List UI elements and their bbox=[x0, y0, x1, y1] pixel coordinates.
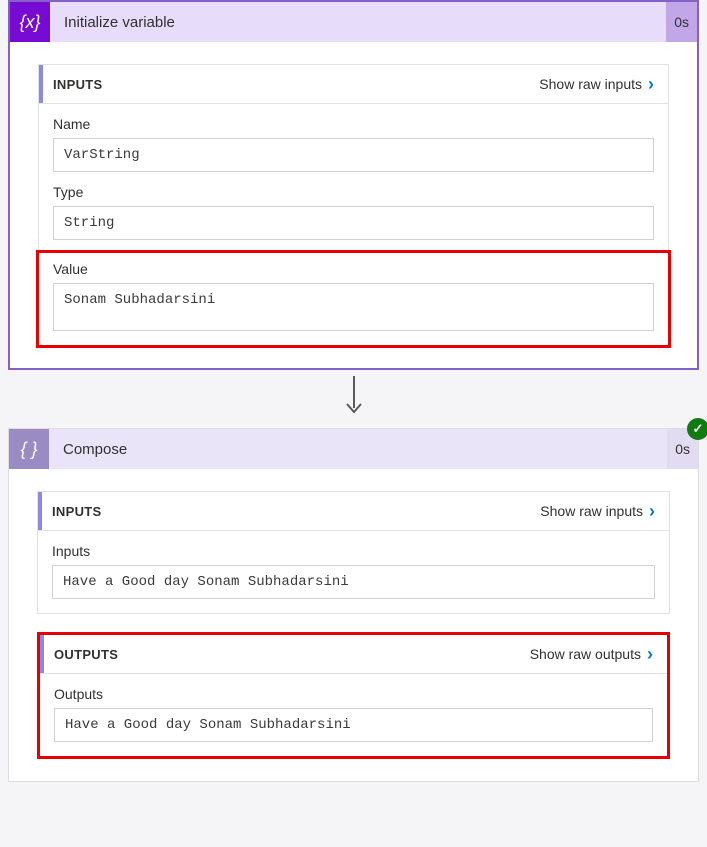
init-value-highlight: Value Sonam Subhadarsini bbox=[36, 250, 671, 348]
compose-inputs-field-value[interactable]: Have a Good day Sonam Subhadarsini bbox=[52, 565, 655, 599]
initialize-variable-title: Initialize variable bbox=[50, 14, 666, 31]
init-value-value[interactable]: Sonam Subhadarsini bbox=[53, 283, 654, 331]
init-inputs-label: INPUTS bbox=[39, 77, 539, 92]
init-name-field: Name VarString bbox=[39, 104, 668, 172]
init-inputs-section: INPUTS Show raw inputs › Name VarString … bbox=[38, 64, 669, 346]
initialize-variable-body: INPUTS Show raw inputs › Name VarString … bbox=[10, 42, 697, 368]
chevron-right-icon: › bbox=[647, 645, 653, 663]
variable-icon: {x} bbox=[10, 2, 50, 42]
compose-outputs-field-value[interactable]: Have a Good day Sonam Subhadarsini bbox=[54, 708, 653, 742]
init-show-raw-inputs-text: Show raw inputs bbox=[539, 76, 642, 92]
compose-show-raw-outputs[interactable]: Show raw outputs › bbox=[530, 645, 653, 663]
compose-outputs-field-label: Outputs bbox=[54, 686, 653, 702]
initialize-variable-card: {x} Initialize variable 0s INPUTS Show r… bbox=[8, 0, 699, 370]
init-show-raw-inputs[interactable]: Show raw inputs › bbox=[539, 75, 654, 93]
compose-inputs-header: INPUTS Show raw inputs › bbox=[38, 492, 669, 531]
init-name-label: Name bbox=[53, 116, 654, 132]
compose-outputs-label: OUTPUTS bbox=[40, 647, 530, 662]
compose-show-raw-outputs-text: Show raw outputs bbox=[530, 646, 641, 662]
compose-outputs-highlight: OUTPUTS Show raw outputs › Outputs Have … bbox=[37, 632, 670, 759]
compose-show-raw-inputs[interactable]: Show raw inputs › bbox=[540, 502, 655, 520]
init-inputs-header: INPUTS Show raw inputs › bbox=[39, 65, 668, 104]
chevron-right-icon: › bbox=[649, 502, 655, 520]
compose-outputs-field: Outputs Have a Good day Sonam Subhadarsi… bbox=[40, 674, 667, 756]
initialize-variable-titlebar[interactable]: {x} Initialize variable 0s bbox=[10, 2, 697, 42]
init-type-field: Type String bbox=[39, 172, 668, 240]
compose-inputs-field: Inputs Have a Good day Sonam Subhadarsin… bbox=[38, 531, 669, 613]
success-check-icon: ✓ bbox=[687, 418, 707, 440]
init-type-value[interactable]: String bbox=[53, 206, 654, 240]
init-value-field: Value Sonam Subhadarsini bbox=[49, 261, 658, 331]
arrow-down-icon bbox=[343, 376, 365, 418]
init-value-label: Value bbox=[53, 261, 654, 277]
compose-inputs-label: INPUTS bbox=[38, 504, 540, 519]
initialize-variable-duration: 0s bbox=[666, 2, 697, 42]
compose-show-raw-inputs-text: Show raw inputs bbox=[540, 503, 643, 519]
init-type-label: Type bbox=[53, 184, 654, 200]
flow-arrow bbox=[0, 370, 707, 428]
compose-card: ✓ { } Compose 0s INPUTS Show raw inputs … bbox=[8, 428, 699, 782]
compose-body: INPUTS Show raw inputs › Inputs Have a G… bbox=[9, 469, 698, 781]
compose-outputs-header: OUTPUTS Show raw outputs › bbox=[40, 635, 667, 674]
compose-inputs-section: INPUTS Show raw inputs › Inputs Have a G… bbox=[37, 491, 670, 614]
chevron-right-icon: › bbox=[648, 75, 654, 93]
compose-outputs-section: OUTPUTS Show raw outputs › Outputs Have … bbox=[40, 635, 667, 756]
compose-icon: { } bbox=[9, 429, 49, 469]
compose-titlebar[interactable]: { } Compose 0s bbox=[9, 429, 698, 469]
compose-title: Compose bbox=[49, 441, 667, 458]
compose-inputs-field-label: Inputs bbox=[52, 543, 655, 559]
init-name-value[interactable]: VarString bbox=[53, 138, 654, 172]
